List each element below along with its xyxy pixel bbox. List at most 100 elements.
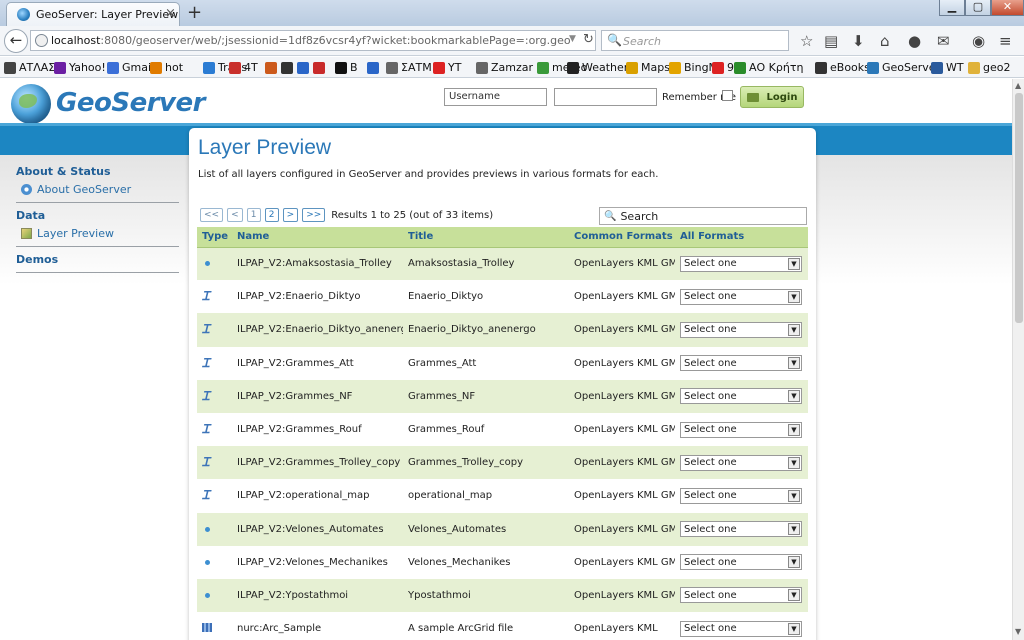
chevron-down-icon[interactable]: ▼ (788, 257, 800, 270)
common-formats-links[interactable]: OpenLayers KML GML (569, 512, 675, 546)
format-select[interactable]: Select one ▼ (680, 421, 802, 438)
format-select[interactable]: Select one ▼ (680, 521, 802, 538)
format-select[interactable]: Select one ▼ (680, 487, 802, 504)
chevron-down-icon[interactable]: ▼ (788, 489, 800, 502)
pager-next-button[interactable]: > (282, 208, 299, 222)
bookmark-item[interactable]: Yahoo! (54, 60, 106, 75)
bookmark-item[interactable]: 4T (229, 60, 258, 75)
pager-page-2[interactable]: 2 (264, 208, 279, 222)
common-formats-links[interactable]: OpenLayers KML GML (569, 545, 675, 579)
sidebar-item-layer-preview[interactable]: Layer Preview (21, 227, 179, 240)
scroll-down-icon[interactable]: ▼ (1015, 627, 1021, 636)
page-scrollbar[interactable]: ▲ ▼ (1012, 79, 1024, 640)
sidebar-heading-data[interactable]: Data (16, 209, 179, 222)
chevron-down-icon[interactable]: ▼ (788, 323, 800, 336)
chevron-down-icon[interactable]: ▼ (788, 290, 800, 303)
url-dropdown-icon[interactable]: ▼ (569, 34, 576, 44)
bookmark-item[interactable]: ΑΤΛΑΣ (4, 60, 55, 75)
common-formats-links[interactable]: OpenLayers KML GML (569, 412, 675, 447)
back-button[interactable]: ← (4, 29, 28, 53)
bookmark-item[interactable]: ΑΟ Κρήτη (734, 60, 803, 75)
bookmark-item[interactable]: hot (150, 60, 183, 75)
common-formats-links[interactable]: OpenLayers KML GML (569, 479, 675, 513)
bookmark-item[interactable]: Maps (626, 60, 670, 75)
new-tab-button[interactable]: + (187, 2, 202, 23)
addon-icon[interactable]: ◉ (972, 32, 985, 50)
bookmark-item[interactable] (281, 60, 296, 75)
bookmark-item[interactable]: GeoServer (867, 60, 940, 75)
chevron-down-icon[interactable]: ▼ (788, 357, 800, 370)
chevron-down-icon[interactable]: ▼ (788, 523, 800, 536)
menu-icon[interactable]: ≡ (999, 32, 1012, 50)
username-field[interactable]: Username (444, 88, 547, 106)
scroll-up-icon[interactable]: ▲ (1015, 81, 1021, 90)
chevron-down-icon[interactable]: ▼ (788, 390, 800, 403)
bookmark-item[interactable]: Gmail (107, 60, 154, 75)
bookmark-item[interactable]: B (335, 60, 358, 75)
format-select[interactable]: Select one ▼ (680, 388, 802, 405)
format-select[interactable]: Select one ▼ (680, 355, 802, 372)
browser-search-box[interactable]: 🔍 Search (601, 30, 789, 51)
pager-page-1[interactable]: 1 (246, 208, 261, 222)
common-formats-links[interactable]: OpenLayers KML GML (569, 247, 675, 281)
common-formats-links[interactable]: OpenLayers KML GML (569, 313, 675, 347)
format-select[interactable]: Select one ▼ (680, 554, 802, 571)
bookmark-item[interactable]: Weather (567, 60, 628, 75)
url-text[interactable]: localhost:8080/geoserver/web/;jsessionid… (51, 34, 571, 47)
layer-search-input[interactable]: 🔍 Search (599, 207, 807, 225)
common-formats-links[interactable]: OpenLayers KML GML (569, 346, 675, 380)
column-header-type[interactable]: Type (197, 227, 232, 248)
format-select[interactable]: Select one ▼ (680, 620, 802, 637)
pager-last-button[interactable]: >> (302, 208, 326, 222)
common-formats-links[interactable]: OpenLayers KML GML (569, 446, 675, 480)
bookmark-item[interactable]: YT (433, 60, 461, 75)
bookmark-item[interactable]: WT (931, 60, 964, 75)
bookmark-item[interactable] (367, 60, 382, 75)
pager-first-button[interactable]: << (200, 208, 224, 222)
tab-close-icon[interactable]: × (165, 6, 176, 21)
column-header-title[interactable]: Title (403, 227, 569, 248)
remember-me-checkbox[interactable] (722, 90, 733, 101)
password-field[interactable] (554, 88, 657, 106)
bookmark-item[interactable]: Zamzar (476, 60, 533, 75)
sidebar-item-about-geoserver[interactable]: About GeoServer (21, 183, 179, 196)
bookmark-item[interactable]: BingM (669, 60, 718, 75)
address-bar[interactable]: localhost:8080/geoserver/web/;jsessionid… (30, 30, 596, 51)
chevron-down-icon[interactable]: ▼ (788, 622, 800, 635)
format-select[interactable]: Select one ▼ (680, 288, 802, 305)
bookmark-item[interactable]: eBooks (815, 60, 870, 75)
column-header-name[interactable]: Name (232, 227, 403, 248)
format-select[interactable]: Select one ▼ (680, 255, 802, 272)
common-formats-links[interactable]: OpenLayers KML (569, 612, 675, 640)
bookmark-star-icon[interactable]: ☆ (800, 32, 813, 50)
common-formats-links[interactable]: OpenLayers KML GML (569, 578, 675, 613)
sidebar-heading-about[interactable]: About & Status (16, 165, 179, 178)
bookmark-item[interactable] (297, 60, 312, 75)
bookmark-item[interactable] (313, 60, 328, 75)
bookmark-item[interactable] (265, 60, 280, 75)
scroll-thumb[interactable] (1015, 93, 1023, 323)
maximize-button[interactable]: ▢ (965, 0, 991, 16)
downloads-icon[interactable]: ⬇ (852, 32, 865, 50)
chevron-down-icon[interactable]: ▼ (788, 589, 800, 602)
common-formats-links[interactable]: OpenLayers KML GML (569, 379, 675, 413)
chat-icon[interactable]: ● (908, 32, 921, 50)
common-formats-links[interactable]: OpenLayers KML GML (569, 280, 675, 314)
browser-tab[interactable]: GeoServer: Layer Preview × (6, 2, 180, 26)
pager-prev-button[interactable]: < (227, 208, 243, 222)
chevron-down-icon[interactable]: ▼ (788, 423, 800, 436)
bookmarks-list-icon[interactable]: ▤ (824, 32, 838, 50)
geoserver-logo-text[interactable]: GeoServer (56, 88, 205, 118)
home-icon[interactable]: ⌂ (880, 32, 890, 50)
chevron-down-icon[interactable]: ▼ (788, 456, 800, 469)
geoserver-logo-icon[interactable] (11, 84, 51, 124)
format-select[interactable]: Select one ▼ (680, 587, 802, 604)
reload-icon[interactable]: ↻ (583, 32, 594, 47)
mail-icon[interactable]: ✉ (937, 32, 950, 50)
close-window-button[interactable]: ✕ (991, 0, 1024, 16)
bookmark-item[interactable]: geo2 (968, 60, 1010, 75)
bookmark-item[interactable]: ΣΑΤΜ (386, 60, 432, 75)
chevron-down-icon[interactable]: ▼ (788, 556, 800, 569)
sidebar-heading-demos[interactable]: Demos (16, 253, 179, 266)
login-button[interactable]: Login (740, 86, 804, 108)
